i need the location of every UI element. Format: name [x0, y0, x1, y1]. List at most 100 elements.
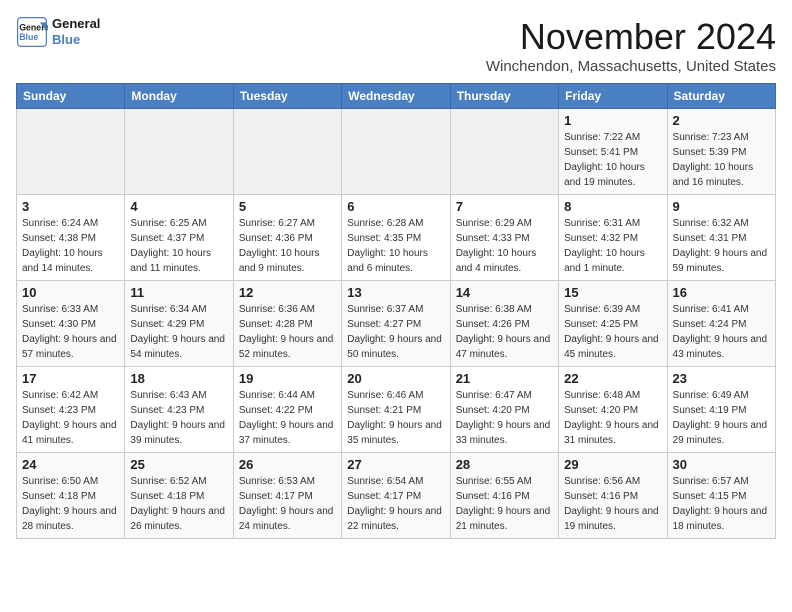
calendar-cell: [125, 109, 233, 195]
calendar-cell: 14 Sunrise: 6:38 AM Sunset: 4:26 PM Dayli…: [450, 281, 558, 367]
calendar-cell: 11 Sunrise: 6:34 AM Sunset: 4:29 PM Dayli…: [125, 281, 233, 367]
day-number: 5: [239, 199, 336, 214]
calendar-cell: [17, 109, 125, 195]
day-number: 25: [130, 457, 227, 472]
header: General Blue General Blue November 2024 …: [16, 16, 776, 75]
calendar-cell: 10 Sunrise: 6:33 AM Sunset: 4:30 PM Dayli…: [17, 281, 125, 367]
logo: General Blue General Blue: [16, 16, 100, 48]
day-info: Sunrise: 6:28 AM Sunset: 4:35 PM Dayligh…: [347, 216, 444, 276]
calendar-week-row: 10 Sunrise: 6:33 AM Sunset: 4:30 PM Dayli…: [17, 281, 776, 367]
day-info: Sunrise: 7:22 AM Sunset: 5:41 PM Dayligh…: [564, 130, 661, 190]
day-info: Sunrise: 6:56 AM Sunset: 4:16 PM Dayligh…: [564, 474, 661, 534]
day-info: Sunrise: 6:25 AM Sunset: 4:37 PM Dayligh…: [130, 216, 227, 276]
calendar-cell: 8 Sunrise: 6:31 AM Sunset: 4:32 PM Daylig…: [559, 195, 667, 281]
calendar-cell: 1 Sunrise: 7:22 AM Sunset: 5:41 PM Daylig…: [559, 109, 667, 195]
day-number: 17: [22, 371, 119, 386]
calendar-cell: 24Sunrise: 6:50 AM Sunset: 4:18 PM Dayli…: [17, 453, 125, 539]
logo-icon: General Blue: [16, 16, 48, 48]
day-info: Sunrise: 6:29 AM Sunset: 4:33 PM Dayligh…: [456, 216, 553, 276]
weekday-header-friday: Friday: [559, 84, 667, 109]
calendar-cell: 13Sunrise: 6:37 AM Sunset: 4:27 PM Dayli…: [342, 281, 450, 367]
logo-general: General: [52, 16, 100, 32]
day-info: Sunrise: 6:43 AM Sunset: 4:23 PM Dayligh…: [130, 388, 227, 448]
calendar-cell: 25 Sunrise: 6:52 AM Sunset: 4:18 PM Dayli…: [125, 453, 233, 539]
calendar-cell: 9 Sunrise: 6:32 AM Sunset: 4:31 PM Daylig…: [667, 195, 775, 281]
day-number: 14: [456, 285, 553, 300]
day-info: Sunrise: 6:50 AM Sunset: 4:18 PM Dayligh…: [22, 474, 119, 534]
day-number: 9: [673, 199, 770, 214]
day-info: Sunrise: 6:38 AM Sunset: 4:26 PM Dayligh…: [456, 302, 553, 362]
calendar-cell: 28 Sunrise: 6:55 AM Sunset: 4:16 PM Dayli…: [450, 453, 558, 539]
calendar-cell: 23Sunrise: 6:49 AM Sunset: 4:19 PM Dayli…: [667, 367, 775, 453]
day-number: 1: [564, 113, 661, 128]
day-number: 6: [347, 199, 444, 214]
calendar-cell: 7Sunrise: 6:29 AM Sunset: 4:33 PM Daylig…: [450, 195, 558, 281]
day-info: Sunrise: 6:55 AM Sunset: 4:16 PM Dayligh…: [456, 474, 553, 534]
day-info: Sunrise: 6:27 AM Sunset: 4:36 PM Dayligh…: [239, 216, 336, 276]
calendar-cell: 18 Sunrise: 6:43 AM Sunset: 4:23 PM Dayli…: [125, 367, 233, 453]
calendar-week-row: 1 Sunrise: 7:22 AM Sunset: 5:41 PM Daylig…: [17, 109, 776, 195]
day-number: 22: [564, 371, 661, 386]
calendar-table: SundayMondayTuesdayWednesdayThursdayFrid…: [16, 83, 776, 539]
calendar-cell: 6 Sunrise: 6:28 AM Sunset: 4:35 PM Daylig…: [342, 195, 450, 281]
calendar-week-row: 17 Sunrise: 6:42 AM Sunset: 4:23 PM Dayli…: [17, 367, 776, 453]
day-info: Sunrise: 6:31 AM Sunset: 4:32 PM Dayligh…: [564, 216, 661, 276]
weekday-header-tuesday: Tuesday: [233, 84, 341, 109]
calendar-cell: 29Sunrise: 6:56 AM Sunset: 4:16 PM Dayli…: [559, 453, 667, 539]
calendar-body: 1 Sunrise: 7:22 AM Sunset: 5:41 PM Daylig…: [17, 109, 776, 539]
day-number: 3: [22, 199, 119, 214]
day-info: Sunrise: 6:33 AM Sunset: 4:30 PM Dayligh…: [22, 302, 119, 362]
day-number: 16: [673, 285, 770, 300]
day-number: 27: [347, 457, 444, 472]
day-number: 18: [130, 371, 227, 386]
calendar-cell: 30 Sunrise: 6:57 AM Sunset: 4:15 PM Dayli…: [667, 453, 775, 539]
calendar-cell: 17 Sunrise: 6:42 AM Sunset: 4:23 PM Dayli…: [17, 367, 125, 453]
day-number: 23: [673, 371, 770, 386]
calendar-cell: 12Sunrise: 6:36 AM Sunset: 4:28 PM Dayli…: [233, 281, 341, 367]
day-number: 19: [239, 371, 336, 386]
calendar-cell: 16 Sunrise: 6:41 AM Sunset: 4:24 PM Dayli…: [667, 281, 775, 367]
calendar-cell: 19 Sunrise: 6:44 AM Sunset: 4:22 PM Dayli…: [233, 367, 341, 453]
calendar-cell: 2 Sunrise: 7:23 AM Sunset: 5:39 PM Daylig…: [667, 109, 775, 195]
calendar-cell: 27Sunrise: 6:54 AM Sunset: 4:17 PM Dayli…: [342, 453, 450, 539]
calendar-cell: 15 Sunrise: 6:39 AM Sunset: 4:25 PM Dayli…: [559, 281, 667, 367]
day-info: Sunrise: 6:46 AM Sunset: 4:21 PM Dayligh…: [347, 388, 444, 448]
day-info: Sunrise: 7:23 AM Sunset: 5:39 PM Dayligh…: [673, 130, 770, 190]
day-info: Sunrise: 6:52 AM Sunset: 4:18 PM Dayligh…: [130, 474, 227, 534]
calendar-cell: 20Sunrise: 6:46 AM Sunset: 4:21 PM Dayli…: [342, 367, 450, 453]
day-info: Sunrise: 6:57 AM Sunset: 4:15 PM Dayligh…: [673, 474, 770, 534]
day-number: 28: [456, 457, 553, 472]
day-number: 4: [130, 199, 227, 214]
day-info: Sunrise: 6:53 AM Sunset: 4:17 PM Dayligh…: [239, 474, 336, 534]
day-info: Sunrise: 6:32 AM Sunset: 4:31 PM Dayligh…: [673, 216, 770, 276]
location-subtitle: Winchendon, Massachusetts, United States: [486, 58, 776, 75]
day-number: 11: [130, 285, 227, 300]
day-number: 8: [564, 199, 661, 214]
day-info: Sunrise: 6:44 AM Sunset: 4:22 PM Dayligh…: [239, 388, 336, 448]
calendar-week-row: 3 Sunrise: 6:24 AM Sunset: 4:38 PM Daylig…: [17, 195, 776, 281]
calendar-cell: 21Sunrise: 6:47 AM Sunset: 4:20 PM Dayli…: [450, 367, 558, 453]
calendar-cell: 5 Sunrise: 6:27 AM Sunset: 4:36 PM Daylig…: [233, 195, 341, 281]
day-number: 26: [239, 457, 336, 472]
calendar-cell: 3 Sunrise: 6:24 AM Sunset: 4:38 PM Daylig…: [17, 195, 125, 281]
svg-text:Blue: Blue: [19, 32, 38, 42]
day-info: Sunrise: 6:48 AM Sunset: 4:20 PM Dayligh…: [564, 388, 661, 448]
day-number: 30: [673, 457, 770, 472]
day-info: Sunrise: 6:39 AM Sunset: 4:25 PM Dayligh…: [564, 302, 661, 362]
calendar-week-row: 24Sunrise: 6:50 AM Sunset: 4:18 PM Dayli…: [17, 453, 776, 539]
day-info: Sunrise: 6:24 AM Sunset: 4:38 PM Dayligh…: [22, 216, 119, 276]
day-number: 12: [239, 285, 336, 300]
day-number: 10: [22, 285, 119, 300]
calendar-cell: [450, 109, 558, 195]
day-info: Sunrise: 6:47 AM Sunset: 4:20 PM Dayligh…: [456, 388, 553, 448]
day-number: 2: [673, 113, 770, 128]
day-info: Sunrise: 6:42 AM Sunset: 4:23 PM Dayligh…: [22, 388, 119, 448]
day-number: 15: [564, 285, 661, 300]
day-info: Sunrise: 6:34 AM Sunset: 4:29 PM Dayligh…: [130, 302, 227, 362]
logo-blue: Blue: [52, 32, 100, 48]
calendar-cell: 22 Sunrise: 6:48 AM Sunset: 4:20 PM Dayli…: [559, 367, 667, 453]
weekday-header-monday: Monday: [125, 84, 233, 109]
weekday-header-row: SundayMondayTuesdayWednesdayThursdayFrid…: [17, 84, 776, 109]
calendar-cell: 26 Sunrise: 6:53 AM Sunset: 4:17 PM Dayli…: [233, 453, 341, 539]
day-info: Sunrise: 6:41 AM Sunset: 4:24 PM Dayligh…: [673, 302, 770, 362]
